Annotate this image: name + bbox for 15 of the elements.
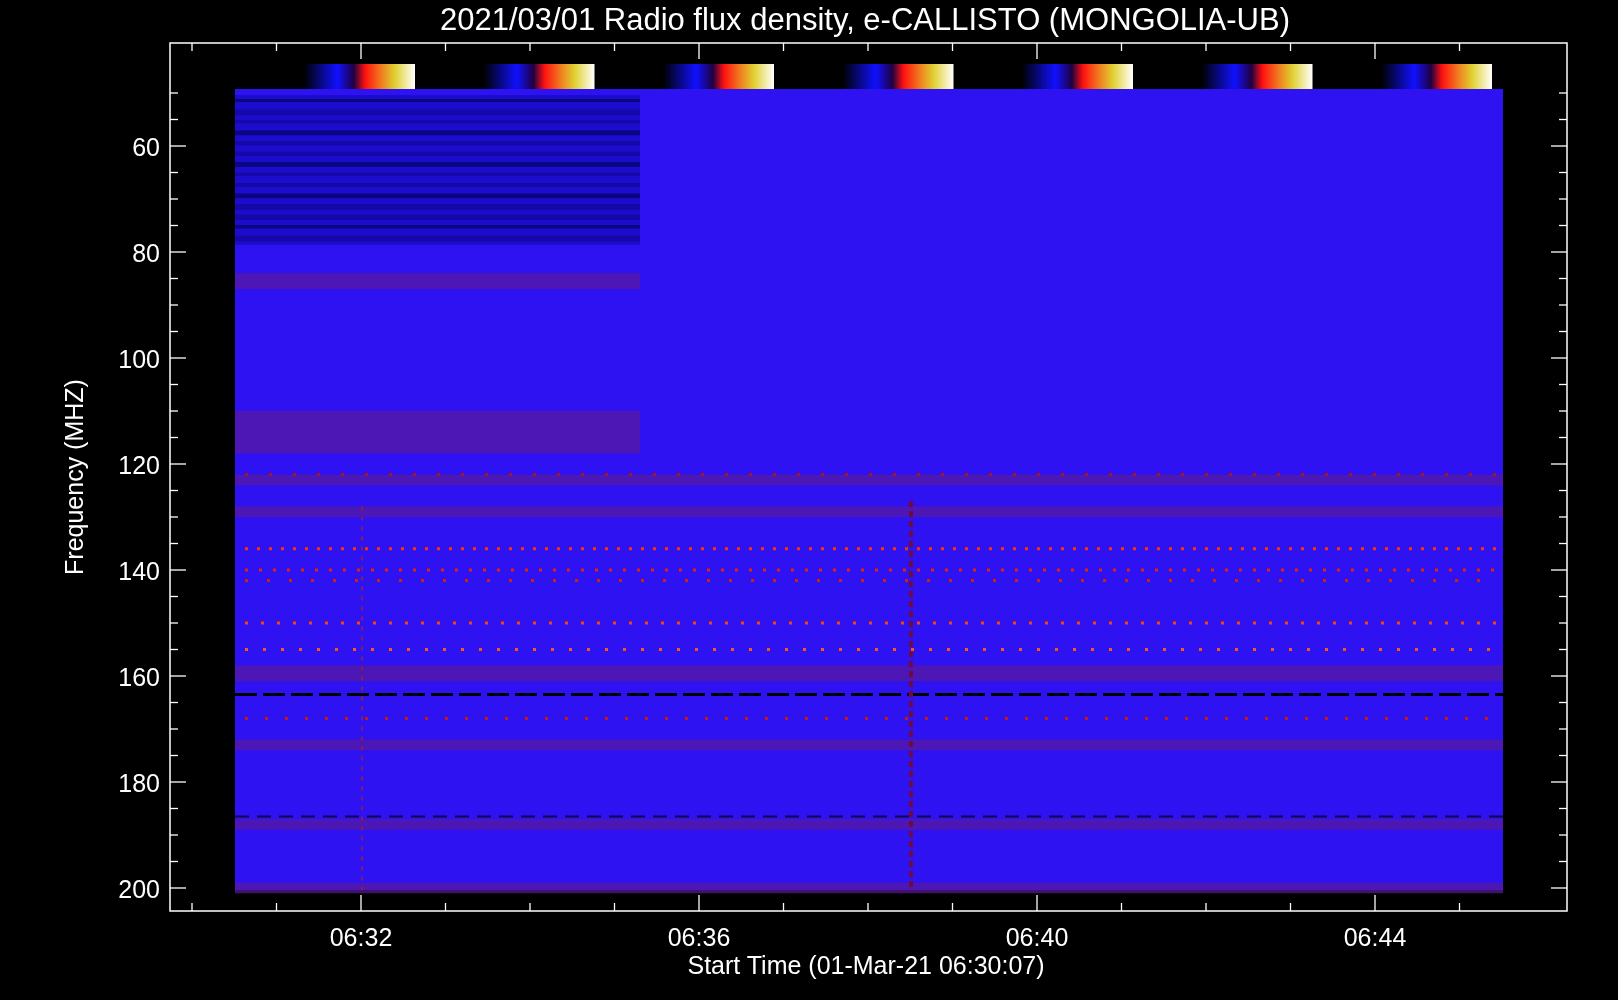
tick-label: 80: [132, 239, 160, 267]
tick-label: 60: [132, 133, 160, 161]
axis-title: Frequency (MHZ): [60, 379, 88, 575]
tick-label: 160: [118, 663, 160, 691]
tick-label: 06:44: [1343, 923, 1407, 951]
tick-label: 06:36: [667, 923, 731, 951]
tick-label: 140: [118, 557, 160, 585]
tick-label: 200: [118, 875, 160, 903]
tick-label: 06:40: [1005, 923, 1069, 951]
chart-title: 2021/03/01 Radio flux density, e-CALLISTO (MONGOLIA-UB): [440, 2, 1290, 37]
tick-label: 100: [118, 345, 160, 373]
tick-label: 180: [118, 769, 160, 797]
tick-label: 120: [118, 451, 160, 479]
axis-title: Start Time (01-Mar-21 06:30:07): [687, 951, 1045, 979]
tick-label: 06:32: [329, 923, 393, 951]
